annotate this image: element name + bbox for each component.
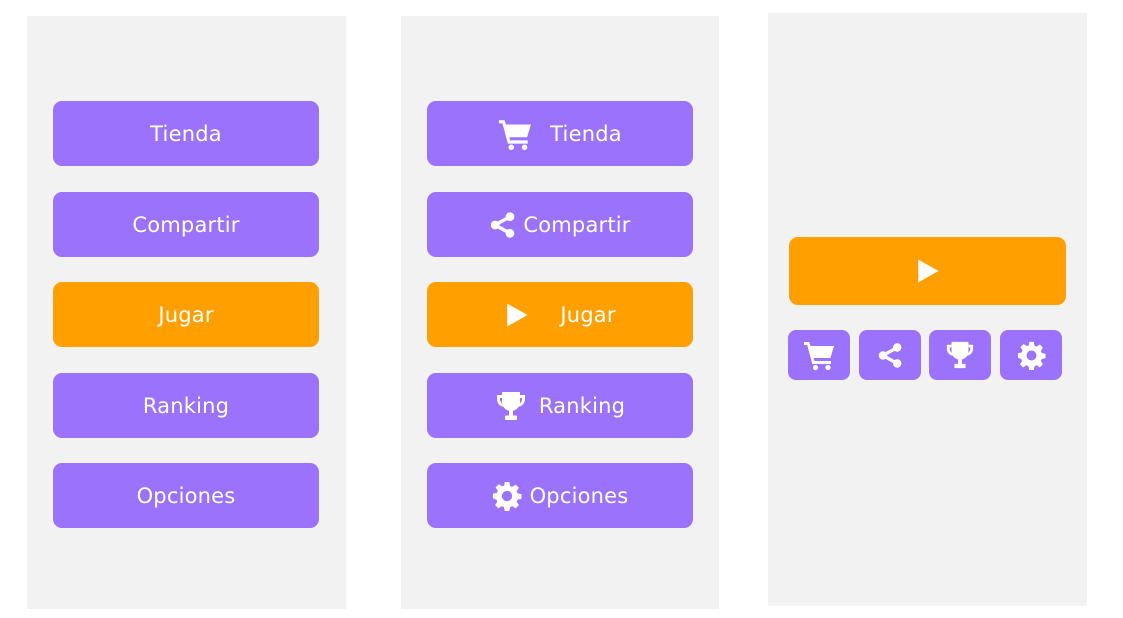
jugar-icon-button[interactable]: Jugar (427, 282, 693, 347)
menu-panel-text-only: Tienda Compartir Jugar Ranking Opciones (27, 16, 346, 609)
share-icon-button[interactable] (859, 330, 921, 380)
trophy-icon (495, 390, 527, 422)
design-canvas: Tienda Compartir Jugar Ranking Opciones … (0, 0, 1123, 618)
gear-icon (1017, 341, 1046, 370)
tienda-icon-button[interactable]: Tienda (427, 101, 693, 166)
menu-panel-icons-only (768, 13, 1087, 606)
cart-icon (498, 117, 532, 151)
compartir-label: Compartir (132, 212, 240, 237)
play-button[interactable] (789, 237, 1066, 305)
tienda-label: Tienda (550, 121, 622, 146)
tienda-label: Tienda (150, 121, 222, 146)
share-icon (877, 342, 904, 369)
ranking-icon-button[interactable]: Ranking (427, 373, 693, 438)
compartir-label: Compartir (523, 212, 631, 237)
opciones-button[interactable]: Opciones (53, 463, 319, 528)
compartir-icon-button[interactable]: Compartir (427, 192, 693, 257)
opciones-icon-button[interactable]: Opciones (427, 463, 693, 528)
opciones-label: Opciones (529, 483, 629, 508)
jugar-button[interactable]: Jugar (53, 282, 319, 347)
jugar-label: Jugar (560, 302, 616, 327)
ranking-label: Ranking (142, 393, 230, 418)
play-icon (504, 302, 530, 328)
opciones-label: Opciones (136, 483, 236, 508)
trophy-icon (945, 340, 975, 370)
shop-icon-button[interactable] (788, 330, 850, 380)
gear-icon (492, 481, 522, 511)
cart-icon (803, 339, 835, 371)
compartir-button[interactable]: Compartir (53, 192, 319, 257)
options-icon-button[interactable] (1000, 330, 1062, 380)
jugar-label: Jugar (158, 302, 214, 327)
share-icon (489, 211, 517, 239)
ranking-icon-button[interactable] (929, 330, 991, 380)
ranking-label: Ranking (538, 393, 626, 418)
play-icon (915, 258, 941, 284)
ranking-button[interactable]: Ranking (53, 373, 319, 438)
tienda-button[interactable]: Tienda (53, 101, 319, 166)
menu-panel-with-icons: Tienda Compartir Jugar Ranking Opciones (401, 16, 719, 609)
